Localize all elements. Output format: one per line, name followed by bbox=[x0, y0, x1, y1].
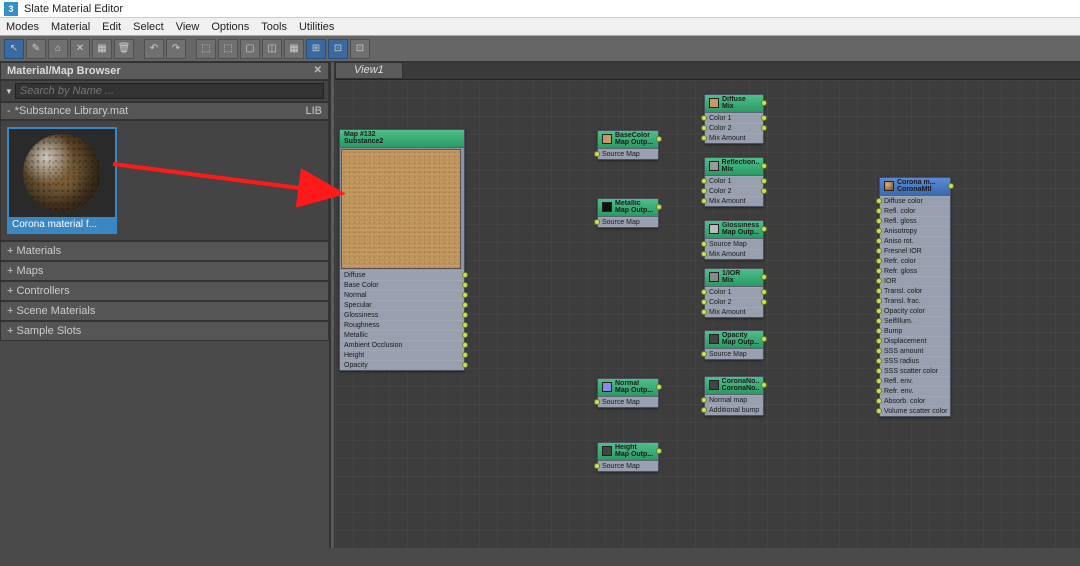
cat-maps[interactable]: + Maps bbox=[0, 261, 329, 281]
cat-scene-materials[interactable]: + Scene Materials bbox=[0, 301, 329, 321]
search-input[interactable] bbox=[15, 83, 324, 99]
library-tag: LIB bbox=[305, 105, 322, 117]
tool-layout7[interactable]: ⊡ bbox=[328, 39, 348, 59]
texture-icon bbox=[602, 134, 612, 144]
node-height[interactable]: HeightMap Outp... Source Map bbox=[597, 442, 659, 472]
tool-layout4[interactable]: ◫ bbox=[262, 39, 282, 59]
toolbar: ↖ ✎ ⌂ ✕ ▦ 🗑 ↶ ↷ ⬚ ⬚ ▢ ◫ ▦ ⊞ ⊡ ⊡ bbox=[0, 36, 1080, 62]
library-thumb-area: Corona material f... bbox=[0, 120, 329, 241]
texture-icon bbox=[602, 446, 612, 456]
texture-icon bbox=[709, 161, 719, 171]
node-texture-preview bbox=[341, 149, 461, 269]
search-row: ▼ bbox=[0, 80, 329, 102]
node-gloss[interactable]: GlossinessMap Outp... Source Map Mix Amo… bbox=[704, 220, 764, 260]
tool-layout8[interactable]: ⊡ bbox=[350, 39, 370, 59]
tool-layout1[interactable]: ⬚ bbox=[196, 39, 216, 59]
out-height[interactable]: Height bbox=[340, 350, 464, 360]
node-canvas[interactable]: Map #132Substance2 Diffuse Base Color No… bbox=[335, 80, 1080, 548]
texture-icon bbox=[709, 272, 719, 282]
menu-select[interactable]: Select bbox=[133, 21, 164, 33]
out-metallic[interactable]: Metallic bbox=[340, 330, 464, 340]
app-icon: 3 bbox=[4, 2, 18, 16]
tool-eyedropper[interactable]: ✎ bbox=[26, 39, 46, 59]
out-ao[interactable]: Ambient Occlusion bbox=[340, 340, 464, 350]
texture-icon bbox=[709, 334, 719, 344]
tool-pointer[interactable]: ↖ bbox=[4, 39, 24, 59]
node-substance[interactable]: Map #132Substance2 Diffuse Base Color No… bbox=[339, 129, 465, 371]
node-header[interactable]: Map #132Substance2 bbox=[340, 130, 464, 148]
out-diffuse[interactable]: Diffuse bbox=[340, 270, 464, 280]
out-roughness[interactable]: Roughness bbox=[340, 320, 464, 330]
node-corona-normal[interactable]: CoronaNo...CoronaNo... Normal map Additi… bbox=[704, 376, 764, 416]
out-opacity[interactable]: Opacity bbox=[340, 360, 464, 370]
node-normal[interactable]: NormalMap Outp... Source Map bbox=[597, 378, 659, 408]
node-opacity[interactable]: OpacityMap Outp... Source Map bbox=[704, 330, 764, 360]
browser-title: Material/Map Browser bbox=[7, 65, 121, 77]
menu-modes[interactable]: Modes bbox=[6, 21, 39, 33]
tool-show-map[interactable]: ▦ bbox=[92, 39, 112, 59]
tool-remove[interactable]: ✕ bbox=[70, 39, 90, 59]
node-reflection-mix[interactable]: Reflection...Mix Color 1 Color 2 Mix Amo… bbox=[704, 157, 764, 207]
tool-layout2[interactable]: ⬚ bbox=[218, 39, 238, 59]
texture-icon bbox=[602, 202, 612, 212]
search-menu-icon[interactable]: ▼ bbox=[5, 87, 13, 96]
tool-delete[interactable]: 🗑 bbox=[114, 39, 134, 59]
material-sphere-icon bbox=[884, 181, 894, 191]
tool-undo[interactable]: ↶ bbox=[144, 39, 164, 59]
tool-layout3[interactable]: ▢ bbox=[240, 39, 260, 59]
tool-redo[interactable]: ↷ bbox=[166, 39, 186, 59]
menu-tools[interactable]: Tools bbox=[261, 21, 287, 33]
tool-layout5[interactable]: ▦ bbox=[284, 39, 304, 59]
node-basecolor[interactable]: BaseColorMap Outp... Source Map bbox=[597, 130, 659, 160]
material-preview-sphere bbox=[23, 134, 101, 212]
menu-edit[interactable]: Edit bbox=[102, 21, 121, 33]
view-tabs: View1 bbox=[335, 62, 1080, 80]
menu-material[interactable]: Material bbox=[51, 21, 90, 33]
out-glossiness[interactable]: Glossiness bbox=[340, 310, 464, 320]
cat-materials[interactable]: + Materials bbox=[0, 241, 329, 261]
menu-utilities[interactable]: Utilities bbox=[299, 21, 334, 33]
library-header[interactable]: -*Substance Library.mat LIB bbox=[0, 102, 329, 120]
close-icon[interactable]: ✕ bbox=[314, 65, 322, 77]
node-diffuse-mix[interactable]: DiffuseMix Color 1 Color 2 Mix Amount bbox=[704, 94, 764, 144]
texture-icon bbox=[709, 224, 719, 234]
view-tab-view1[interactable]: View1 bbox=[335, 62, 403, 79]
menu-bar: Modes Material Edit Select View Options … bbox=[0, 18, 1080, 36]
node-corona-material[interactable]: Corona m...CoronaMtl Diffuse color Refl.… bbox=[879, 177, 951, 417]
material-thumb-label: Corona material f... bbox=[9, 217, 115, 232]
texture-icon bbox=[709, 380, 719, 390]
tool-layout6[interactable]: ⊞ bbox=[306, 39, 326, 59]
menu-options[interactable]: Options bbox=[211, 21, 249, 33]
texture-icon bbox=[709, 98, 719, 108]
out-basecolor[interactable]: Base Color bbox=[340, 280, 464, 290]
texture-icon bbox=[602, 382, 612, 392]
out-normal[interactable]: Normal bbox=[340, 290, 464, 300]
out-specular[interactable]: Specular bbox=[340, 300, 464, 310]
browser-title-bar: Material/Map Browser ✕ bbox=[0, 62, 329, 80]
material-browser-panel: Material/Map Browser ✕ ▼ -*Substance Lib… bbox=[0, 62, 330, 548]
node-ior-mix[interactable]: 1/IORMix Color 1 Color 2 Mix Amount bbox=[704, 268, 764, 318]
cat-controllers[interactable]: + Controllers bbox=[0, 281, 329, 301]
tool-assign[interactable]: ⌂ bbox=[48, 39, 68, 59]
window-title: Slate Material Editor bbox=[24, 3, 123, 15]
node-viewport[interactable]: View1 bbox=[335, 62, 1080, 548]
cat-sample-slots[interactable]: + Sample Slots bbox=[0, 321, 329, 341]
title-bar: 3 Slate Material Editor bbox=[0, 0, 1080, 18]
menu-view[interactable]: View bbox=[176, 21, 200, 33]
material-thumbnail[interactable]: Corona material f... bbox=[7, 127, 117, 234]
node-metallic[interactable]: MetallicMap Outp... Source Map bbox=[597, 198, 659, 228]
